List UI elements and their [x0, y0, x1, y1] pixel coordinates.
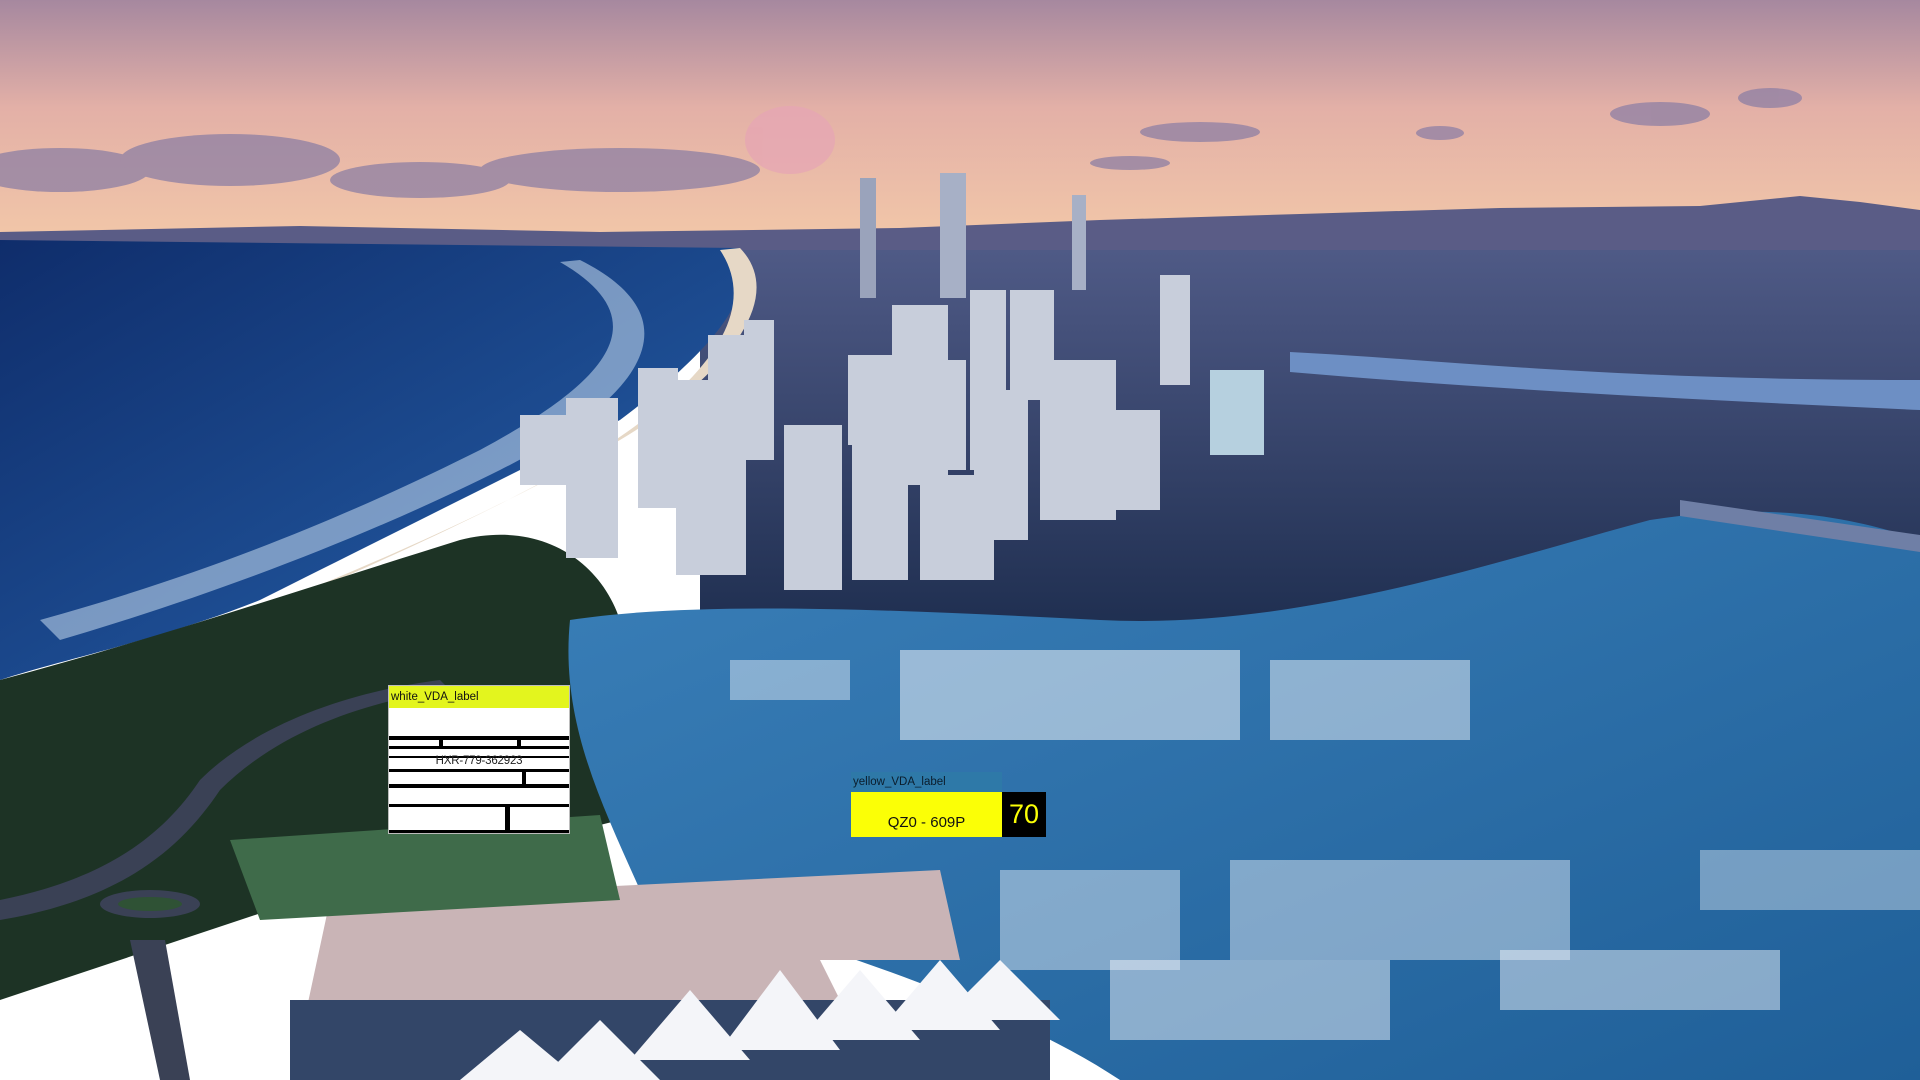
yellow-label-header: yellow_VDA_label: [851, 772, 1002, 792]
yellow-label-plate: QZ0 - 609P: [851, 792, 1002, 837]
white-vda-label: white_VDA_label HXR-779-362923: [388, 685, 570, 834]
coastal-city-aerial-photo: [0, 0, 1920, 1080]
white-label-code: HXR-779-362923: [435, 755, 523, 767]
white-label-header: white_VDA_label: [389, 686, 569, 708]
yellow-label-number: 70: [1002, 792, 1046, 837]
yellow-vda-label: yellow_VDA_label QZ0 - 609P 70: [851, 772, 1046, 837]
roundabout-road: [130, 940, 190, 1080]
